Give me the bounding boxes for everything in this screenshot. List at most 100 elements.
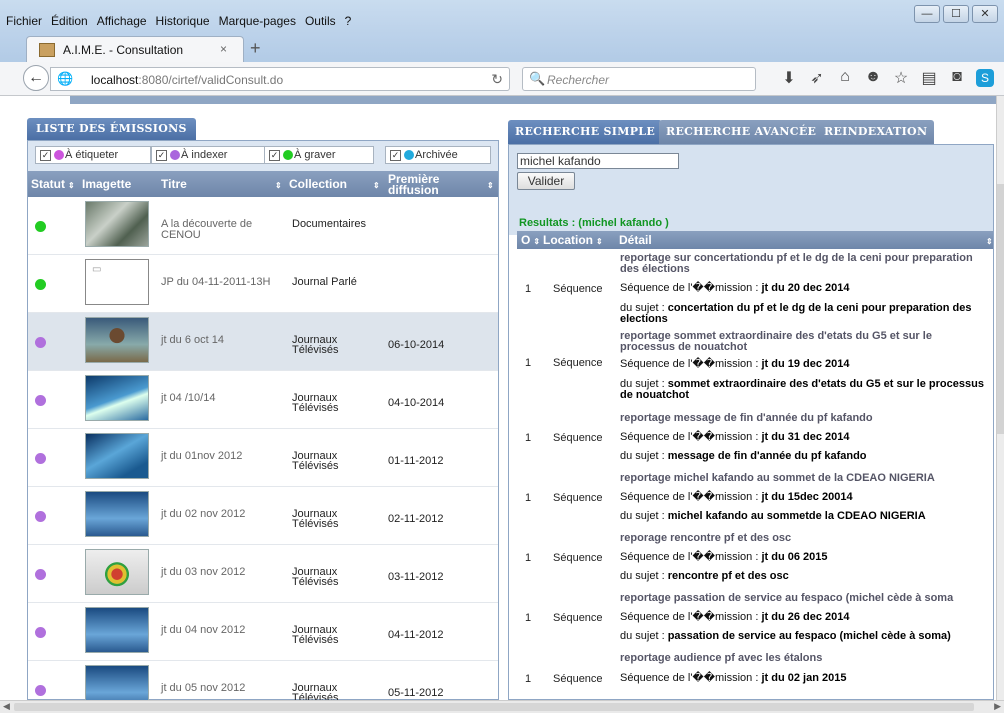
- thumbnail-image[interactable]: [85, 607, 149, 653]
- thumbnail-image[interactable]: [85, 665, 149, 700]
- menu-item-outils[interactable]: Outils: [305, 14, 336, 28]
- col-detail[interactable]: Détail: [619, 231, 652, 249]
- menu-item-affichage[interactable]: Affichage: [97, 14, 147, 28]
- row-collection: Journaux Télévisés: [292, 566, 339, 588]
- emissions-table-header: Statut ⇕ Imagette Titre ⇕ Collection ⇕ Pr…: [28, 171, 498, 197]
- filter-a-indexer[interactable]: ✓ À indexer: [151, 146, 267, 164]
- tab-reindexation[interactable]: REINDEXATION: [817, 120, 935, 144]
- table-row[interactable]: jt du 04 nov 2012 Journaux Télévisés 04-…: [28, 603, 498, 661]
- thumbnail-image[interactable]: [85, 201, 149, 247]
- table-row[interactable]: A la découverte de CENOU Documentaires: [28, 197, 498, 255]
- menu-item-[interactable]: ?: [345, 14, 352, 28]
- row-title[interactable]: jt 04 /10/14: [161, 393, 281, 404]
- thumbnail-image[interactable]: [85, 375, 149, 421]
- checkbox[interactable]: ✓: [40, 150, 51, 161]
- scroll-thumb[interactable]: [997, 184, 1004, 434]
- tab-close-icon[interactable]: ×: [220, 42, 227, 56]
- filter-archivee[interactable]: ✓ Archivée: [385, 146, 491, 164]
- bookmark-star-icon[interactable]: ☆: [887, 68, 915, 88]
- download-icon[interactable]: ⬇: [775, 68, 803, 88]
- close-window-button[interactable]: ✕: [972, 5, 998, 23]
- table-row[interactable]: ▭ JP du 04-11-2011-13H Journal Parlé: [28, 255, 498, 313]
- row-title[interactable]: A la découverte de CENOU: [161, 219, 281, 241]
- thumbnail-image[interactable]: [85, 491, 149, 537]
- checkbox[interactable]: ✓: [156, 150, 167, 161]
- result-location: Séquence: [553, 357, 603, 369]
- menu-item-historique[interactable]: Historique: [156, 14, 210, 28]
- col-o[interactable]: O ⇕: [521, 231, 540, 249]
- result-title[interactable]: reportage sur concertationdu pf et le dg…: [620, 253, 988, 275]
- table-row[interactable]: jt du 01nov 2012 Journaux Télévisés 01-1…: [28, 429, 498, 487]
- thumbnail-image[interactable]: [85, 549, 149, 595]
- thumbnail-image[interactable]: [85, 433, 149, 479]
- query-input[interactable]: michel kafando: [517, 153, 679, 169]
- col-collection[interactable]: Collection: [289, 171, 347, 197]
- tab-recherche-simple[interactable]: RECHERCHE SIMPLE: [508, 120, 663, 144]
- row-collection: Journaux Télévisés: [292, 682, 339, 701]
- minimize-button[interactable]: —: [914, 5, 940, 23]
- row-date: 04-11-2012: [388, 629, 444, 641]
- new-tab-button[interactable]: +: [250, 38, 261, 59]
- result-location: Séquence: [553, 612, 603, 624]
- row-title[interactable]: jt du 05 nov 2012: [161, 683, 281, 694]
- vertical-scrollbar[interactable]: [996, 96, 1004, 700]
- filter-a-etiqueter[interactable]: ✓ À étiqueter: [35, 146, 151, 164]
- thumbnail-placeholder[interactable]: ▭: [85, 259, 149, 305]
- filter-a-graver[interactable]: ✓ À graver: [264, 146, 374, 164]
- browser-tab[interactable]: A.I.M.E. - Consultation ×: [26, 36, 244, 62]
- pocket-icon[interactable]: ◙: [943, 68, 971, 88]
- col-collection-sort-icon[interactable]: ⇕: [370, 171, 380, 197]
- col-titre-sort-icon[interactable]: ⇕: [272, 171, 282, 197]
- result-title[interactable]: reportage passation de service au fespac…: [620, 593, 988, 604]
- table-row[interactable]: jt du 02 nov 2012 Journaux Télévisés 02-…: [28, 487, 498, 545]
- table-row[interactable]: jt 04 /10/14 Journaux Télévisés 04-10-20…: [28, 371, 498, 429]
- menu-item-marque-pages[interactable]: Marque-pages: [219, 14, 296, 28]
- url-bar[interactable]: 🌐 localhost:8080/cirtef/validConsult.do …: [50, 67, 510, 91]
- result-location: Séquence: [553, 673, 603, 685]
- reading-list-icon[interactable]: ▤: [915, 68, 943, 88]
- back-button[interactable]: ←: [23, 65, 49, 91]
- row-title[interactable]: jt du 02 nov 2012: [161, 509, 281, 520]
- checkbox[interactable]: ✓: [269, 150, 280, 161]
- result-title[interactable]: reportage sommet extraordinaire des d'et…: [620, 331, 988, 353]
- valider-button[interactable]: Valider: [517, 172, 575, 190]
- table-row[interactable]: jt du 03 nov 2012 Journaux Télévisés 03-…: [28, 545, 498, 603]
- result-num: 1: [525, 492, 532, 504]
- menu-item--dition[interactable]: Édition: [51, 14, 88, 28]
- scroll-left-icon[interactable]: ◀: [3, 701, 10, 712]
- row-title[interactable]: jt du 03 nov 2012: [161, 567, 281, 578]
- menu-item-fichier[interactable]: Fichier: [6, 14, 42, 28]
- col-titre[interactable]: Titre: [161, 171, 187, 197]
- send-icon[interactable]: ➶: [803, 68, 831, 88]
- home-icon[interactable]: ⌂: [831, 68, 859, 88]
- scroll-right-icon[interactable]: ▶: [994, 701, 1001, 712]
- site-info-icon[interactable]: 🌐: [57, 71, 73, 87]
- col-detail-sort-icon[interactable]: ⇕: [983, 231, 993, 249]
- reload-icon[interactable]: ↻: [491, 71, 503, 88]
- row-title[interactable]: jt du 01nov 2012: [161, 451, 281, 462]
- result-title[interactable]: reportage message de fin d'année du pf k…: [620, 413, 988, 424]
- maximize-button[interactable]: ☐: [943, 5, 969, 23]
- thumbnail-image[interactable]: [85, 317, 149, 363]
- search-input[interactable]: 🔍 Rechercher: [522, 67, 756, 91]
- result-title[interactable]: reporage rencontre pf et des osc: [620, 533, 988, 544]
- col-location[interactable]: Location ⇕: [543, 231, 603, 249]
- result-title[interactable]: reportage audience pf avec les étalons: [620, 653, 988, 664]
- col-statut[interactable]: Statut ⇕: [31, 171, 75, 197]
- chat-icon[interactable]: ☻: [859, 68, 887, 88]
- col-premiere-sort-icon[interactable]: ⇕: [484, 171, 494, 197]
- checkbox[interactable]: ✓: [390, 150, 401, 161]
- table-row[interactable]: jt du 05 nov 2012 Journaux Télévisés 05-…: [28, 661, 498, 700]
- row-title[interactable]: jt du 04 nov 2012: [161, 625, 281, 636]
- menu-icon[interactable]: ≡: [999, 68, 1004, 88]
- skype-icon[interactable]: S: [976, 69, 994, 87]
- row-title[interactable]: jt du 6 oct 14: [161, 335, 281, 346]
- scroll-thumb[interactable]: [14, 703, 974, 711]
- row-collection: Journaux Télévisés: [292, 450, 339, 472]
- tab-recherche-avancee[interactable]: RECHERCHE AVANCÉE: [659, 120, 824, 144]
- horizontal-scrollbar[interactable]: ◀ ▶: [0, 700, 1004, 713]
- table-row[interactable]: jt du 6 oct 14 Journaux Télévisés 06-10-…: [28, 313, 498, 371]
- result-title[interactable]: reportage michel kafando au sommet de la…: [620, 473, 988, 484]
- row-title[interactable]: JP du 04-11-2011-13H: [161, 277, 281, 288]
- row-date: 02-11-2012: [388, 513, 444, 525]
